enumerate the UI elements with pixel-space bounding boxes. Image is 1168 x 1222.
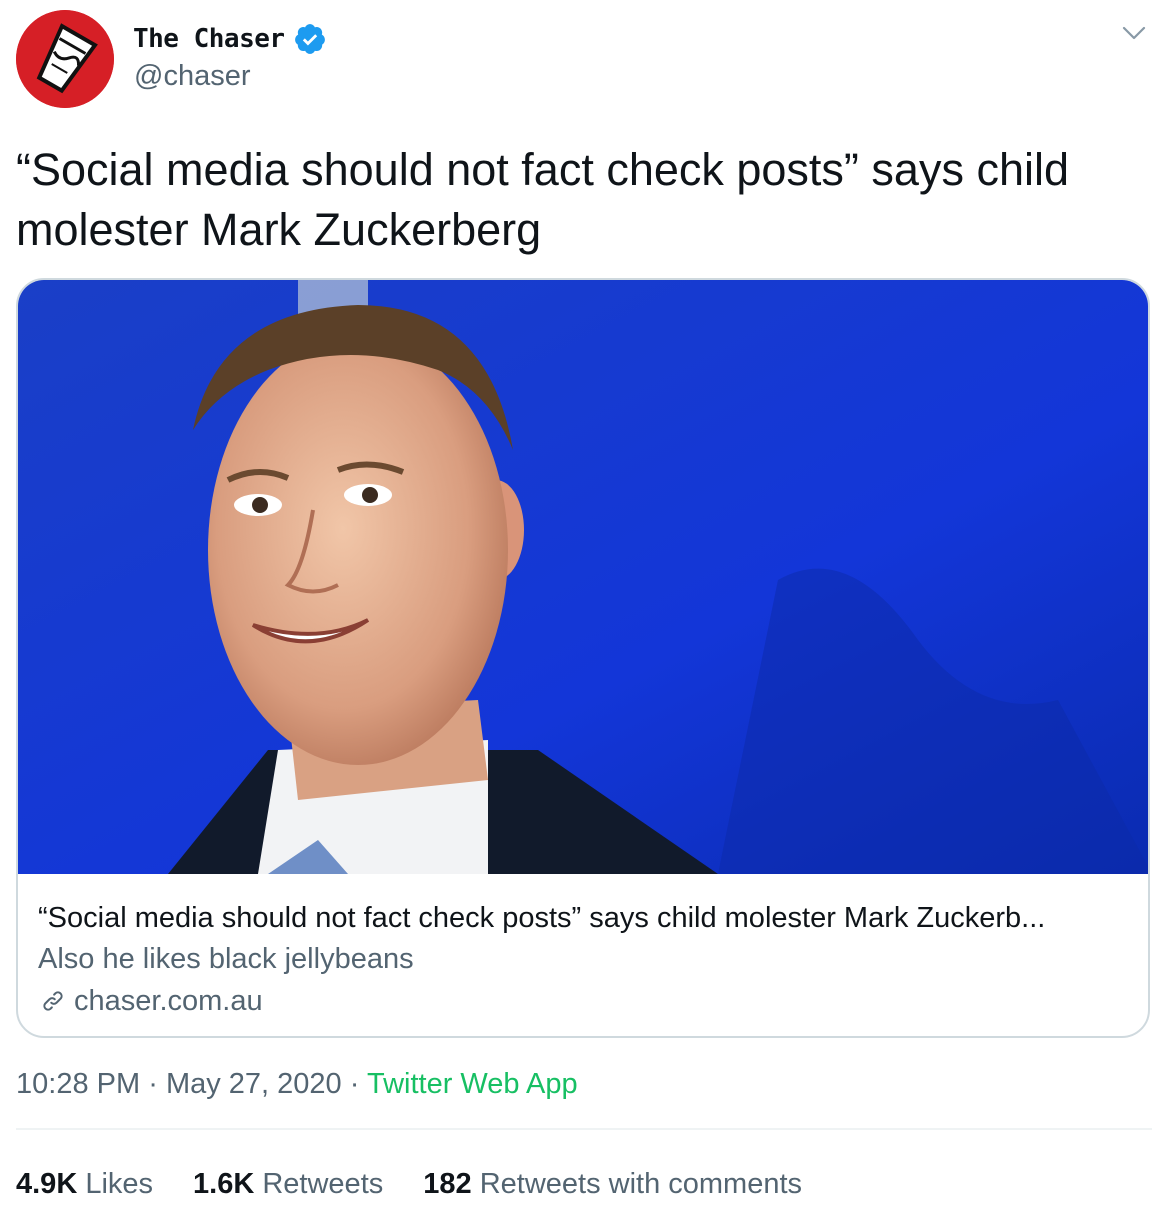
chevron-down-icon[interactable] — [1120, 22, 1148, 44]
card-body[interactable]: “Social media should not fact check post… — [38, 888, 1132, 1022]
user-handle[interactable]: @chaser — [134, 60, 250, 93]
likes-label: Likes — [85, 1168, 154, 1200]
quote-tweets-stat[interactable]: 182 Retweets with comments — [423, 1168, 802, 1201]
verified-badge-icon — [294, 24, 325, 54]
tweet-meta: 10:28 PM · May 27, 2020 · Twitter Web Ap… — [16, 1068, 578, 1101]
tweet-stats: 4.9K Likes 1.6K Retweets 182 Retweets wi… — [16, 1168, 802, 1201]
card-image[interactable] — [18, 280, 1148, 874]
tweet-date[interactable]: May 27, 2020 — [166, 1068, 342, 1100]
source-app-link[interactable]: Twitter Web App — [367, 1068, 578, 1100]
card-description: Also he likes black jellybeans — [38, 943, 414, 975]
meta-separator: · — [148, 1068, 158, 1100]
card-domain-text[interactable]: chaser.com.au — [74, 980, 263, 1022]
tweet-text: “Social media should not fact check post… — [16, 144, 1069, 255]
tweet-time[interactable]: 10:28 PM — [16, 1068, 140, 1100]
quote-tweets-count: 182 — [423, 1168, 472, 1200]
link-icon — [43, 991, 63, 1011]
divider — [16, 1128, 1152, 1130]
card-title[interactable]: “Social media should not fact check post… — [38, 898, 1132, 938]
user-name-row[interactable]: The Chaser — [133, 22, 327, 56]
card-domain[interactable]: chaser.com.au — [38, 980, 1132, 1022]
meta-separator: · — [349, 1068, 360, 1100]
retweets-stat[interactable]: 1.6K Retweets — [193, 1168, 383, 1201]
quote-tweets-label: Retweets with comments — [479, 1168, 803, 1200]
retweets-label: Retweets — [262, 1168, 384, 1200]
retweets-count: 1.6K — [193, 1168, 255, 1200]
display-name[interactable]: The Chaser — [133, 24, 285, 54]
likes-stat[interactable]: 4.9K Likes — [16, 1168, 153, 1201]
chaser-cup-logo-icon[interactable] — [16, 10, 114, 108]
tweet: The Chaser @chaser “Social media should … — [0, 0, 1168, 1222]
likes-count: 4.9K — [16, 1168, 78, 1200]
link-card[interactable]: “Social media should not fact check post… — [16, 278, 1150, 1038]
